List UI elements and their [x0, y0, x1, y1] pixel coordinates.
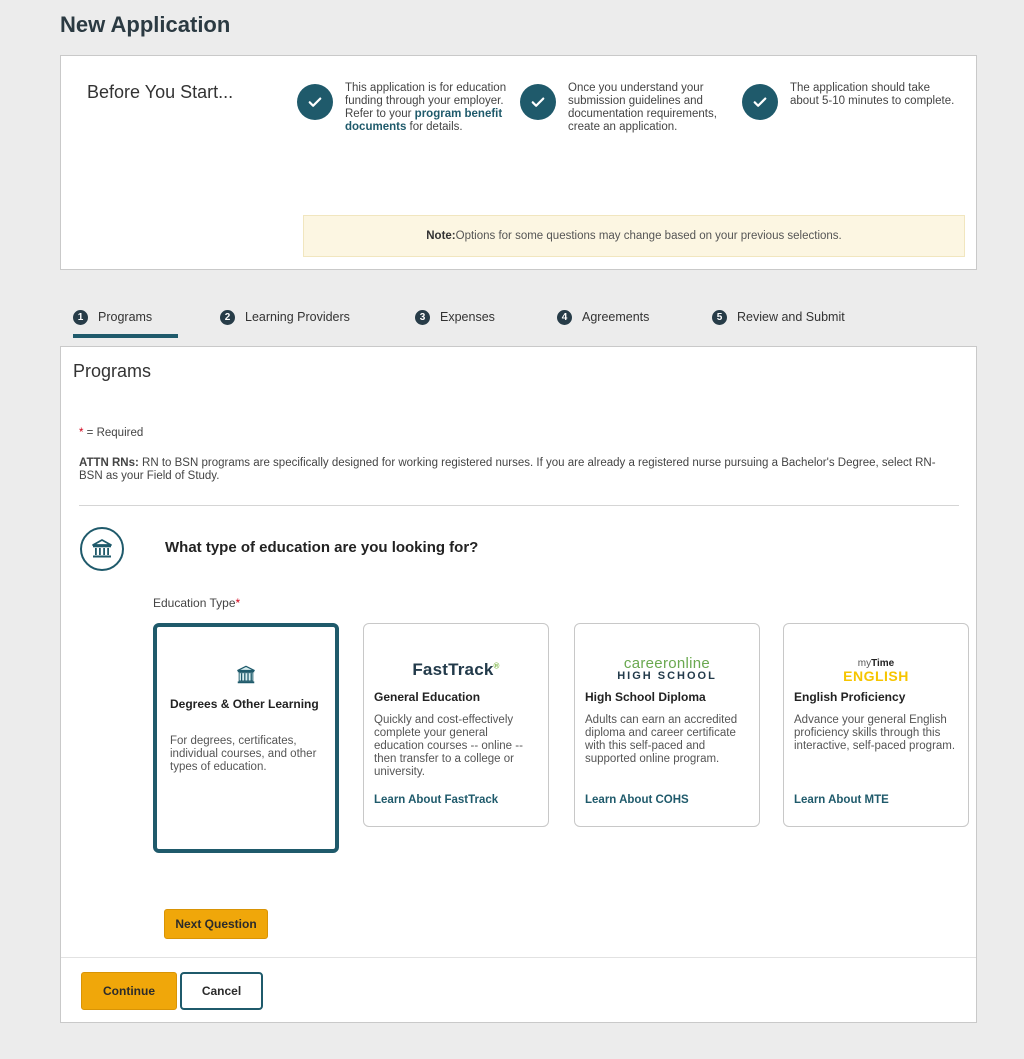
cancel-button[interactable]: Cancel [180, 972, 263, 1010]
tab-learning-providers[interactable]: 2 Learning Providers [220, 300, 350, 334]
education-card-degrees[interactable]: Degrees & Other Learning For degrees, ce… [153, 623, 339, 853]
education-type-label: Education Type* [153, 596, 241, 610]
education-card-general-education[interactable]: FastTrack® General Education Quickly and… [363, 623, 549, 827]
education-question: What type of education are you looking f… [165, 539, 479, 556]
tab-expenses[interactable]: 3 Expenses [415, 300, 495, 334]
step-info-1: This application is for education fundin… [297, 82, 517, 192]
card-title: English Proficiency [794, 690, 906, 704]
divider [79, 505, 959, 506]
building-icon [157, 659, 335, 691]
check-icon [520, 84, 556, 120]
attn-rns-note: ATTN RNs: RN to BSN programs are specifi… [79, 457, 936, 482]
card-desc: Advance your general English proficiency… [794, 714, 956, 752]
step-tabs: 1 Programs 2 Learning Providers 3 Expens… [60, 300, 977, 340]
card-title: High School Diploma [585, 690, 706, 704]
tab-review-and-submit[interactable]: 5 Review and Submit [712, 300, 845, 334]
card-title: General Education [374, 690, 481, 704]
card-desc: Adults can earn an accredited diploma an… [585, 714, 738, 765]
education-card-english-proficiency[interactable]: myTime ENGLISH English Proficiency Advan… [783, 623, 969, 827]
institution-icon [80, 527, 124, 571]
note-box: Note: Options for some questions may cha… [303, 215, 965, 257]
step-text-2: Once you understand your submission guid… [568, 82, 717, 133]
fasttrack-logo: FastTrack® [412, 660, 500, 679]
card-title: Degrees & Other Learning [170, 697, 319, 711]
tab-programs[interactable]: 1 Programs [73, 300, 178, 338]
continue-button[interactable]: Continue [81, 972, 177, 1010]
tab-agreements[interactable]: 4 Agreements [557, 300, 649, 334]
education-card-high-school-diploma[interactable]: careeronline HIGH SCHOOL High School Dip… [574, 623, 760, 827]
career-online-logo: careeronline HIGH SCHOOL [617, 655, 717, 682]
next-question-button[interactable]: Next Question [164, 909, 268, 939]
required-note: * = Required [79, 427, 144, 439]
card-desc: Quickly and cost-effectively complete yo… [374, 714, 523, 778]
learn-about-fasttrack-link[interactable]: Learn About FastTrack [374, 794, 498, 806]
learn-about-mte-link[interactable]: Learn About MTE [794, 794, 889, 806]
step-info-2: Once you understand your submission guid… [520, 82, 740, 192]
before-you-start-heading: Before You Start... [87, 82, 234, 102]
step-text-1: This application is for education fundin… [345, 82, 507, 133]
page-title: New Application [60, 12, 231, 37]
learn-about-cohs-link[interactable]: Learn About COHS [585, 794, 689, 806]
card-desc: For degrees, certificates, individual co… [170, 735, 317, 773]
programs-panel: Programs * = Required ATTN RNs: RN to BS… [60, 346, 977, 1023]
check-icon [742, 84, 778, 120]
active-tab-indicator [73, 334, 178, 338]
programs-title: Programs [73, 361, 152, 381]
before-you-start-panel: Before You Start... This application is … [60, 55, 977, 270]
footer-divider [61, 957, 976, 958]
step-info-3: The application should take about 5-10 m… [742, 82, 962, 192]
check-icon [297, 84, 333, 120]
step-text-3: The application should take about 5-10 m… [790, 82, 955, 107]
mytime-english-logo: myTime ENGLISH [843, 658, 909, 684]
